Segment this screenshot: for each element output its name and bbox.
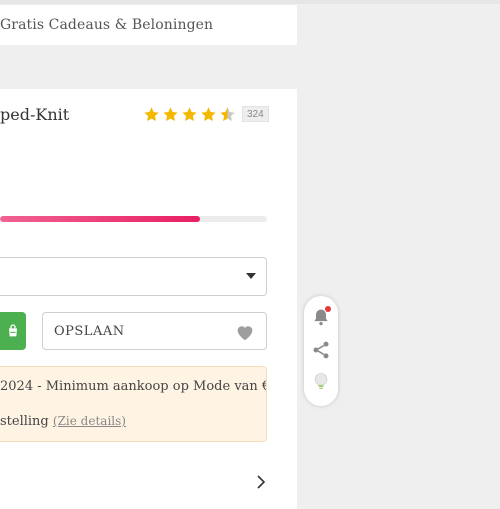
product-title: ped-Knit bbox=[0, 105, 70, 124]
notification-dot bbox=[325, 306, 331, 312]
half-star-icon bbox=[219, 106, 236, 123]
notice-line-2-text: stelling bbox=[0, 414, 49, 429]
lightbulb-icon bbox=[314, 373, 328, 389]
add-to-cart-button[interactable] bbox=[0, 312, 26, 350]
star-icon bbox=[162, 106, 179, 123]
promo-text: Gratis Cadeaus & Beloningen bbox=[0, 17, 214, 33]
chevron-right-icon[interactable] bbox=[255, 475, 267, 489]
shopping-bag-icon bbox=[9, 324, 17, 337]
star-icon bbox=[181, 106, 198, 123]
promo-banner[interactable]: Gratis Cadeaus & Beloningen bbox=[0, 5, 297, 45]
save-button[interactable]: OPSLAAN bbox=[42, 312, 267, 350]
notice-line-1: 2024 - Minimum aankoop op Mode van € bbox=[0, 379, 267, 394]
notice-line-2: stelling (Zie details) bbox=[0, 414, 126, 429]
top-divider bbox=[0, 0, 500, 4]
review-count-badge: 324 bbox=[242, 106, 269, 122]
floating-action-bar bbox=[304, 296, 338, 406]
tips-button[interactable] bbox=[310, 370, 332, 392]
share-button[interactable] bbox=[310, 339, 332, 361]
share-icon bbox=[313, 341, 329, 359]
notifications-button[interactable] bbox=[310, 306, 332, 328]
save-button-label: OPSLAAN bbox=[54, 323, 125, 339]
progress-bar bbox=[0, 216, 267, 222]
details-link[interactable]: (Zie details) bbox=[53, 414, 126, 428]
size-select[interactable] bbox=[0, 257, 267, 296]
star-icon bbox=[143, 106, 160, 123]
product-rating[interactable]: 324 bbox=[143, 105, 269, 123]
progress-fill bbox=[0, 216, 201, 222]
chevron-down-icon bbox=[246, 273, 256, 279]
promo-notice: 2024 - Minimum aankoop op Mode van € ste… bbox=[0, 366, 267, 442]
product-card: ped-Knit 324 OPSLAAN 2024 - Minimum aank… bbox=[0, 89, 297, 509]
heart-icon bbox=[237, 326, 253, 341]
star-icon bbox=[200, 106, 217, 123]
